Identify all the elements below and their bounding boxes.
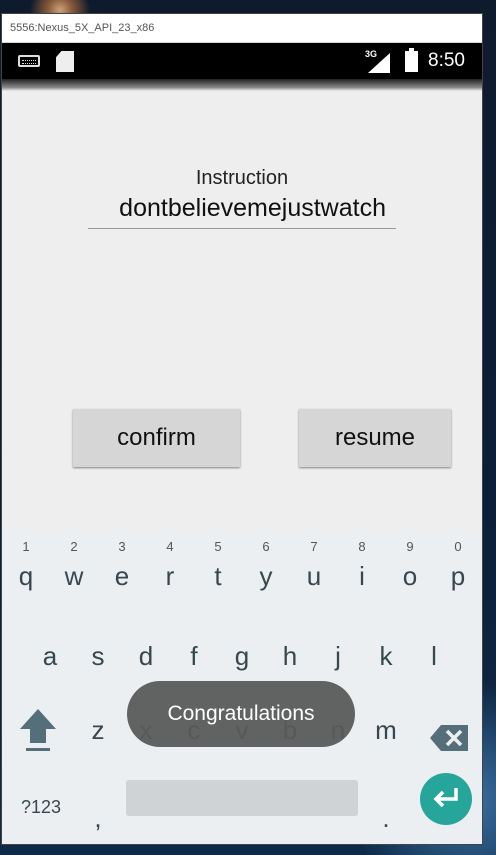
resume-button[interactable]: resume	[299, 409, 451, 467]
key-hint: 7	[310, 539, 318, 554]
key-hint: 1	[22, 539, 30, 554]
key-label: j	[335, 641, 341, 671]
key-o[interactable]: 9o	[386, 537, 434, 607]
key-label: ?123	[20, 797, 62, 817]
key-label: d	[138, 641, 154, 671]
symbols-key[interactable]: ?123	[6, 779, 76, 849]
key-hint: 9	[406, 539, 414, 554]
key-e[interactable]: 3e	[98, 537, 146, 607]
key-label: i	[359, 561, 365, 591]
shift-icon	[20, 709, 56, 751]
emulator-window: 5556:Nexus_5X_API_23_x86 3G 8:50 Instruc…	[2, 14, 482, 844]
key-hint: 6	[262, 539, 270, 554]
space-key[interactable]	[126, 780, 358, 816]
enter-key[interactable]	[420, 773, 472, 825]
key-hint: 8	[358, 539, 366, 554]
key-label: z	[91, 715, 105, 745]
key-t[interactable]: 5t	[194, 537, 242, 607]
shift-key[interactable]	[12, 701, 62, 771]
key-u[interactable]: 7u	[290, 537, 338, 607]
key-label: ,	[94, 803, 102, 833]
key-y[interactable]: 6y	[242, 537, 290, 607]
key-label: l	[431, 641, 437, 671]
key-w[interactable]: 2w	[50, 537, 98, 607]
key-hint: 0	[454, 539, 462, 554]
key-i[interactable]: 8i	[338, 537, 386, 607]
comma-key[interactable]: ,	[74, 779, 122, 849]
key-label: f	[190, 641, 198, 671]
key-hint: 2	[70, 539, 78, 554]
status-time: 8:50	[428, 50, 465, 71]
key-label: .	[382, 803, 390, 833]
key-m[interactable]: m	[362, 701, 410, 771]
sd-card-icon	[56, 51, 74, 72]
key-label: r	[165, 561, 175, 591]
network-type: 3G	[365, 49, 378, 59]
instruction-label: Instruction	[195, 167, 289, 189]
key-l[interactable]: l	[410, 627, 458, 697]
key-label: a	[42, 641, 58, 671]
confirm-button[interactable]: confirm	[73, 409, 240, 467]
key-label: u	[306, 561, 322, 591]
key-p[interactable]: 0p	[434, 537, 482, 607]
key-q[interactable]: 1q	[2, 537, 50, 607]
backspace-icon	[430, 725, 468, 751]
enter-icon	[433, 788, 458, 808]
app-content: Instruction confirm resume	[2, 91, 482, 531]
key-r[interactable]: 4r	[146, 537, 194, 607]
key-hint: 4	[166, 539, 174, 554]
key-label: s	[91, 641, 105, 671]
backspace-key[interactable]	[424, 701, 478, 771]
instruction-input[interactable]	[88, 189, 396, 229]
key-label: g	[234, 641, 250, 671]
key-a[interactable]: a	[26, 627, 74, 697]
key-label: e	[114, 561, 130, 591]
key-label: h	[282, 641, 298, 671]
key-label: o	[402, 561, 418, 591]
status-bar: 3G 8:50	[2, 43, 482, 79]
key-hint: 3	[118, 539, 126, 554]
key-label: q	[18, 561, 34, 591]
key-label: m	[375, 715, 397, 745]
keyboard-icon	[18, 55, 40, 67]
window-title: 5556:Nexus_5X_API_23_x86	[2, 14, 482, 43]
action-bar	[2, 79, 482, 91]
key-label: k	[379, 641, 393, 671]
key-label: p	[450, 561, 466, 591]
key-hint: 5	[214, 539, 222, 554]
key-s[interactable]: s	[74, 627, 122, 697]
key-label: t	[214, 561, 222, 591]
key-k[interactable]: k	[362, 627, 410, 697]
toast-message: Congratulations	[127, 681, 355, 747]
period-key[interactable]: .	[362, 779, 410, 849]
key-label: y	[259, 561, 273, 591]
battery-icon	[405, 48, 418, 72]
key-label: w	[64, 561, 84, 591]
key-z[interactable]: z	[74, 701, 122, 771]
